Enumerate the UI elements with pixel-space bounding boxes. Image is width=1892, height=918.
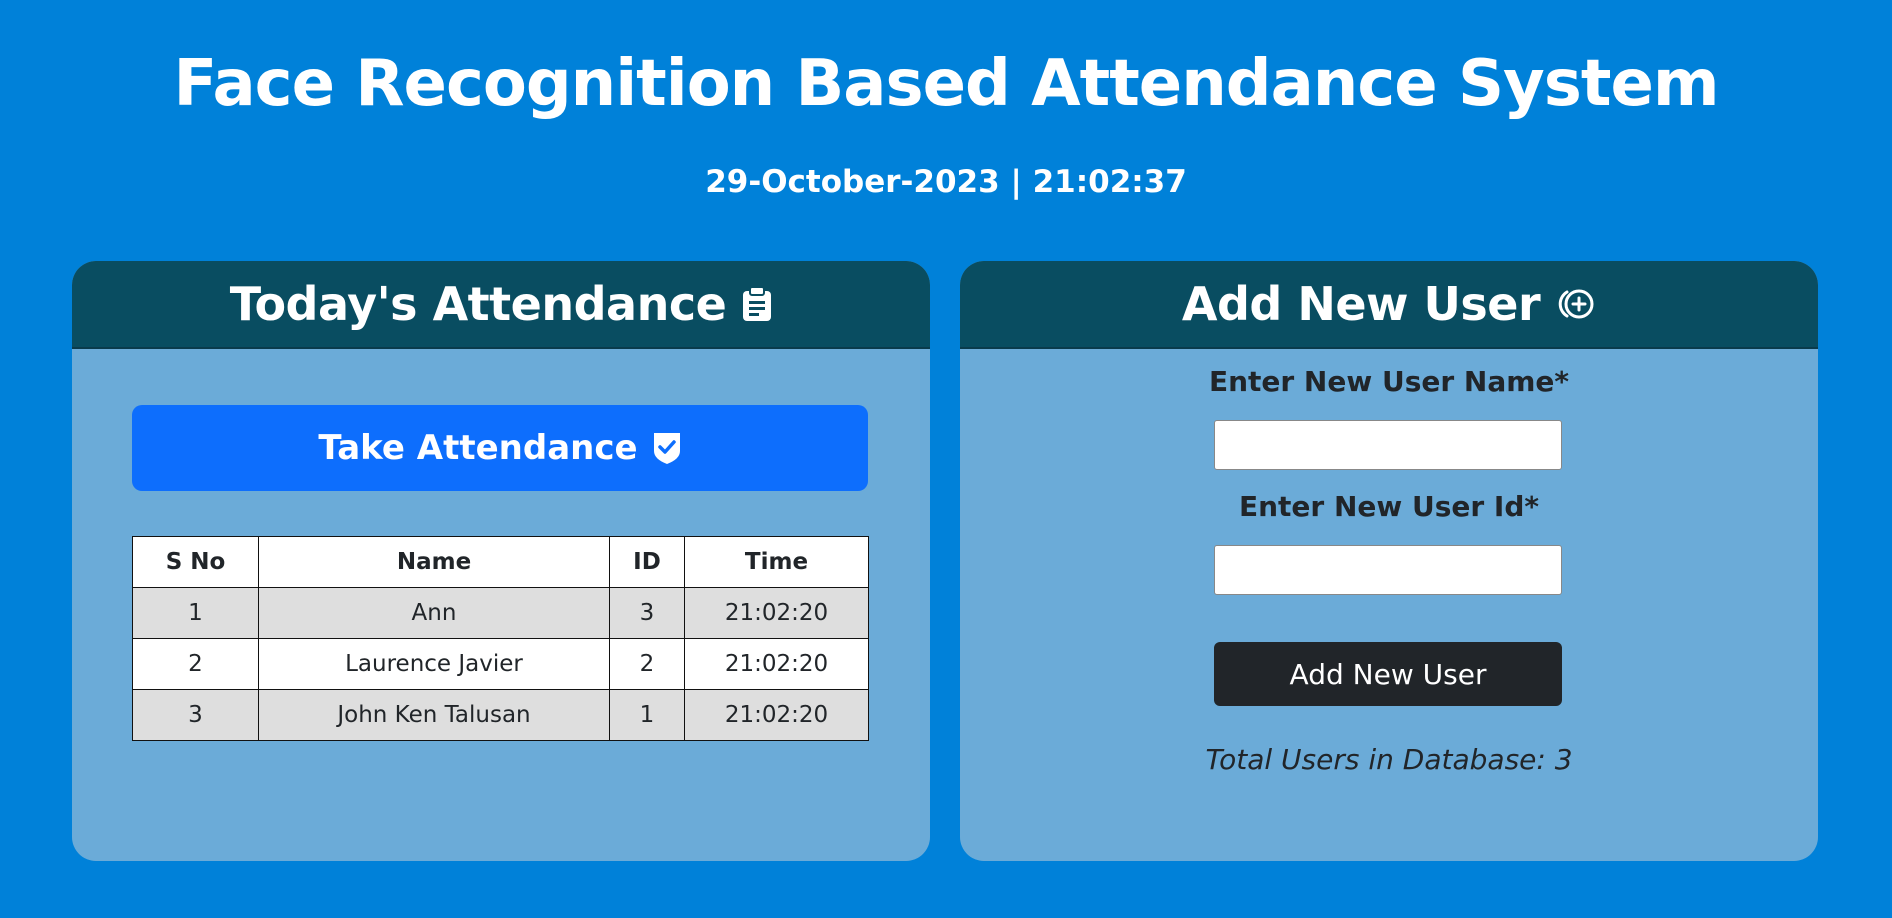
user-name-input[interactable] — [1214, 420, 1562, 470]
take-attendance-button[interactable]: Take Attendance — [132, 405, 868, 491]
cell-name: John Ken Talusan — [258, 689, 610, 741]
person-add-icon — [1556, 287, 1596, 321]
table-row: 2 Laurence Javier 2 21:02:20 — [132, 638, 869, 690]
take-attendance-label: Take Attendance — [318, 428, 638, 468]
cell-time: 21:02:20 — [684, 638, 869, 690]
add-user-card-title: Add New User — [1181, 277, 1541, 331]
column-header-id: ID — [609, 536, 685, 588]
column-header-time: Time — [684, 536, 869, 588]
attendance-card: Today's Attendance Take Attendance S No … — [72, 261, 930, 861]
column-header-sno: S No — [132, 536, 259, 588]
current-datetime: 29-October-2023 | 21:02:37 — [705, 164, 1187, 200]
add-user-card: Add New User Enter New User Name* Enter … — [960, 261, 1818, 861]
table-row: 3 John Ken Talusan 1 21:02:20 — [132, 689, 869, 741]
attendance-card-header: Today's Attendance — [72, 261, 930, 349]
column-header-name: Name — [258, 536, 610, 588]
cell-id: 3 — [609, 587, 685, 639]
attendance-card-title: Today's Attendance — [229, 277, 727, 331]
user-id-input[interactable] — [1214, 545, 1562, 595]
cell-sno: 3 — [132, 689, 259, 741]
cell-sno: 2 — [132, 638, 259, 690]
shield-check-icon — [652, 431, 682, 465]
clipboard-icon — [742, 286, 772, 322]
table-header-row: S No Name ID Time — [132, 536, 869, 588]
add-user-card-header: Add New User — [960, 261, 1818, 349]
user-name-label: Enter New User Name* — [1208, 365, 1570, 398]
cell-id: 2 — [609, 638, 685, 690]
table-row: 1 Ann 3 21:02:20 — [132, 587, 869, 639]
cell-time: 21:02:20 — [684, 587, 869, 639]
page-title: Face Recognition Based Attendance System — [173, 47, 1719, 121]
attendance-table: S No Name ID Time 1 Ann 3 21:02:20 2 Lau… — [132, 536, 869, 741]
cell-name: Laurence Javier — [258, 638, 610, 690]
add-new-user-button[interactable]: Add New User — [1214, 642, 1562, 706]
cell-time: 21:02:20 — [684, 689, 869, 741]
cell-id: 1 — [609, 689, 685, 741]
user-id-label: Enter New User Id* — [1238, 490, 1540, 523]
cell-name: Ann — [258, 587, 610, 639]
total-users-count: Total Users in Database: 3 — [1205, 743, 1573, 776]
cell-sno: 1 — [132, 587, 259, 639]
